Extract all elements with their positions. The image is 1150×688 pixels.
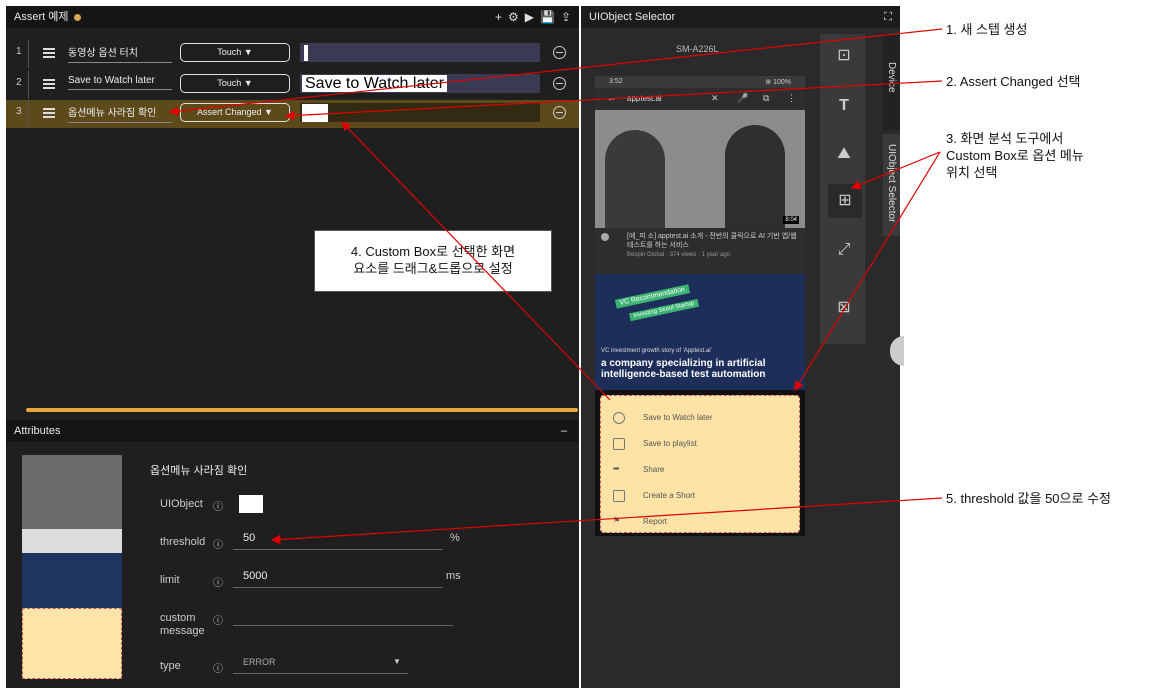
annotation-arrows bbox=[168, 28, 943, 545]
